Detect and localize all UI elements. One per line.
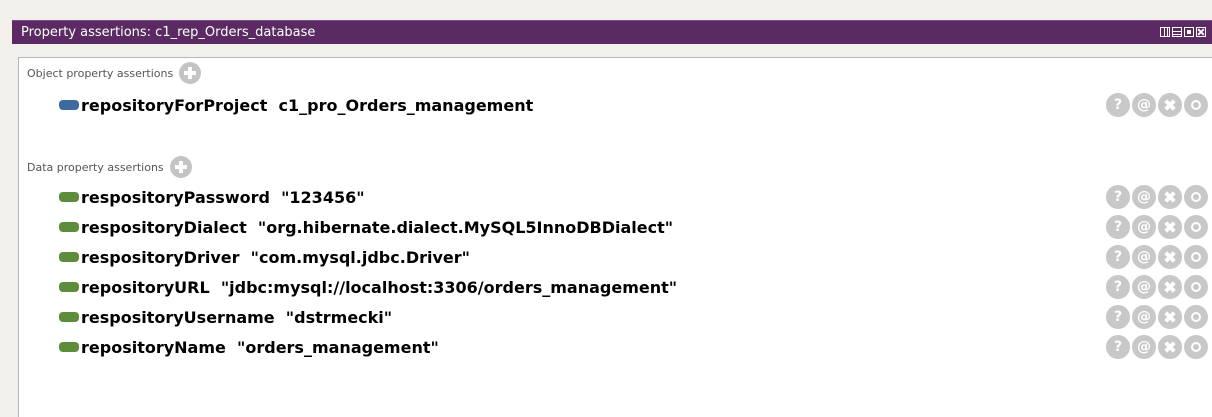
row-actions: ? @ [1106, 185, 1208, 209]
close-icon[interactable] [1196, 27, 1206, 37]
explain-icon[interactable]: ? [1106, 93, 1130, 117]
delete-icon[interactable] [1158, 93, 1182, 117]
delete-icon[interactable] [1158, 335, 1182, 359]
assertion-text: respositoryDriver "com.mysql.jdbc.Driver… [81, 248, 470, 267]
assertion-text: respositoryDialect "org.hibernate.dialec… [81, 218, 673, 237]
explain-icon[interactable]: ? [1106, 245, 1130, 269]
delete-icon[interactable] [1158, 305, 1182, 329]
annotate-icon[interactable]: @ [1132, 215, 1156, 239]
annotate-icon[interactable]: @ [1132, 185, 1156, 209]
data-property-row[interactable]: repositoryURL "jdbc:mysql://localhost:33… [19, 272, 1212, 302]
assertions-list: Object property assertions repositoryFor… [18, 57, 1212, 417]
property-assertions-view: Property assertions: c1_rep_Orders_datab… [12, 20, 1212, 417]
assertion-text: repositoryName "orders_management" [81, 338, 439, 357]
view-titlebar: Property assertions: c1_rep_Orders_datab… [12, 20, 1212, 44]
assertion-text: repositoryForProject c1_pro_Orders_manag… [81, 96, 533, 115]
property-name: repositoryURL [81, 278, 210, 297]
delete-icon[interactable] [1158, 215, 1182, 239]
object-property-chip-icon [59, 100, 79, 110]
data-property-chip-icon [59, 192, 79, 202]
property-value: "123456" [281, 188, 365, 207]
explain-icon[interactable]: ? [1106, 305, 1130, 329]
annotate-icon[interactable]: @ [1132, 335, 1156, 359]
data-property-row[interactable]: respositoryDriver "com.mysql.jdbc.Driver… [19, 242, 1212, 272]
edit-icon[interactable] [1184, 93, 1208, 117]
data-property-row[interactable]: respositoryPassword "123456" ? @ [19, 182, 1212, 212]
annotate-icon[interactable]: @ [1132, 275, 1156, 299]
edit-icon[interactable] [1184, 305, 1208, 329]
object-property-row[interactable]: repositoryForProject c1_pro_Orders_manag… [19, 90, 1212, 120]
row-actions: ? @ [1106, 215, 1208, 239]
property-value: "jdbc:mysql://localhost:3306/orders_mana… [220, 278, 678, 297]
split-horizontal-icon[interactable] [1172, 27, 1182, 37]
data-property-chip-icon [59, 282, 79, 292]
property-value: "dstrmecki" [285, 308, 393, 327]
property-name: respositoryDriver [81, 248, 240, 267]
annotate-icon[interactable]: @ [1132, 93, 1156, 117]
property-value: "orders_management" [237, 338, 439, 357]
object-property-section-label: Object property assertions [27, 66, 174, 80]
edit-icon[interactable] [1184, 275, 1208, 299]
view-title: Property assertions: c1_rep_Orders_datab… [21, 25, 316, 40]
property-name: repositoryForProject [81, 96, 268, 115]
data-property-section-header: Data property assertions [27, 154, 192, 180]
annotate-icon[interactable]: @ [1132, 245, 1156, 269]
data-property-chip-icon [59, 252, 79, 262]
row-actions: ? @ [1106, 245, 1208, 269]
delete-icon[interactable] [1158, 275, 1182, 299]
data-property-chip-icon [59, 342, 79, 352]
property-name: respositoryDialect [81, 218, 247, 237]
property-value: "com.mysql.jdbc.Driver" [250, 248, 470, 267]
data-property-row[interactable]: respositoryUsername "dstrmecki" ? @ [19, 302, 1212, 332]
explain-icon[interactable]: ? [1106, 185, 1130, 209]
property-value: "org.hibernate.dialect.MySQL5InnoDBDiale… [257, 218, 674, 237]
property-name: respositoryUsername [81, 308, 275, 327]
assertion-text: repositoryURL "jdbc:mysql://localhost:33… [81, 278, 677, 297]
row-actions: ? @ [1106, 305, 1208, 329]
add-data-property-icon[interactable] [169, 156, 192, 178]
assertion-text: respositoryPassword "123456" [81, 188, 365, 207]
annotate-icon[interactable]: @ [1132, 305, 1156, 329]
assertion-text: respositoryUsername "dstrmecki" [81, 308, 392, 327]
data-property-row[interactable]: repositoryName "orders_management" ? @ [19, 332, 1212, 362]
data-property-section-label: Data property assertions [27, 160, 164, 174]
split-vertical-icon[interactable] [1160, 27, 1170, 37]
explain-icon[interactable]: ? [1106, 335, 1130, 359]
data-property-row[interactable]: respositoryDialect "org.hibernate.dialec… [19, 212, 1212, 242]
explain-icon[interactable]: ? [1106, 215, 1130, 239]
data-property-chip-icon [59, 222, 79, 232]
edit-icon[interactable] [1184, 335, 1208, 359]
edit-icon[interactable] [1184, 245, 1208, 269]
row-actions: ? @ [1106, 93, 1208, 117]
edit-icon[interactable] [1184, 185, 1208, 209]
maximize-icon[interactable] [1184, 27, 1194, 37]
delete-icon[interactable] [1158, 185, 1182, 209]
property-name: respositoryPassword [81, 188, 270, 207]
add-object-property-icon[interactable] [179, 62, 202, 84]
data-property-chip-icon [59, 312, 79, 322]
row-actions: ? @ [1106, 275, 1208, 299]
row-actions: ? @ [1106, 335, 1208, 359]
object-property-section-header: Object property assertions [27, 60, 202, 86]
property-value: c1_pro_Orders_management [278, 96, 534, 115]
edit-icon[interactable] [1184, 215, 1208, 239]
delete-icon[interactable] [1158, 245, 1182, 269]
explain-icon[interactable]: ? [1106, 275, 1130, 299]
view-window-controls [1160, 27, 1206, 37]
property-name: repositoryName [81, 338, 226, 357]
